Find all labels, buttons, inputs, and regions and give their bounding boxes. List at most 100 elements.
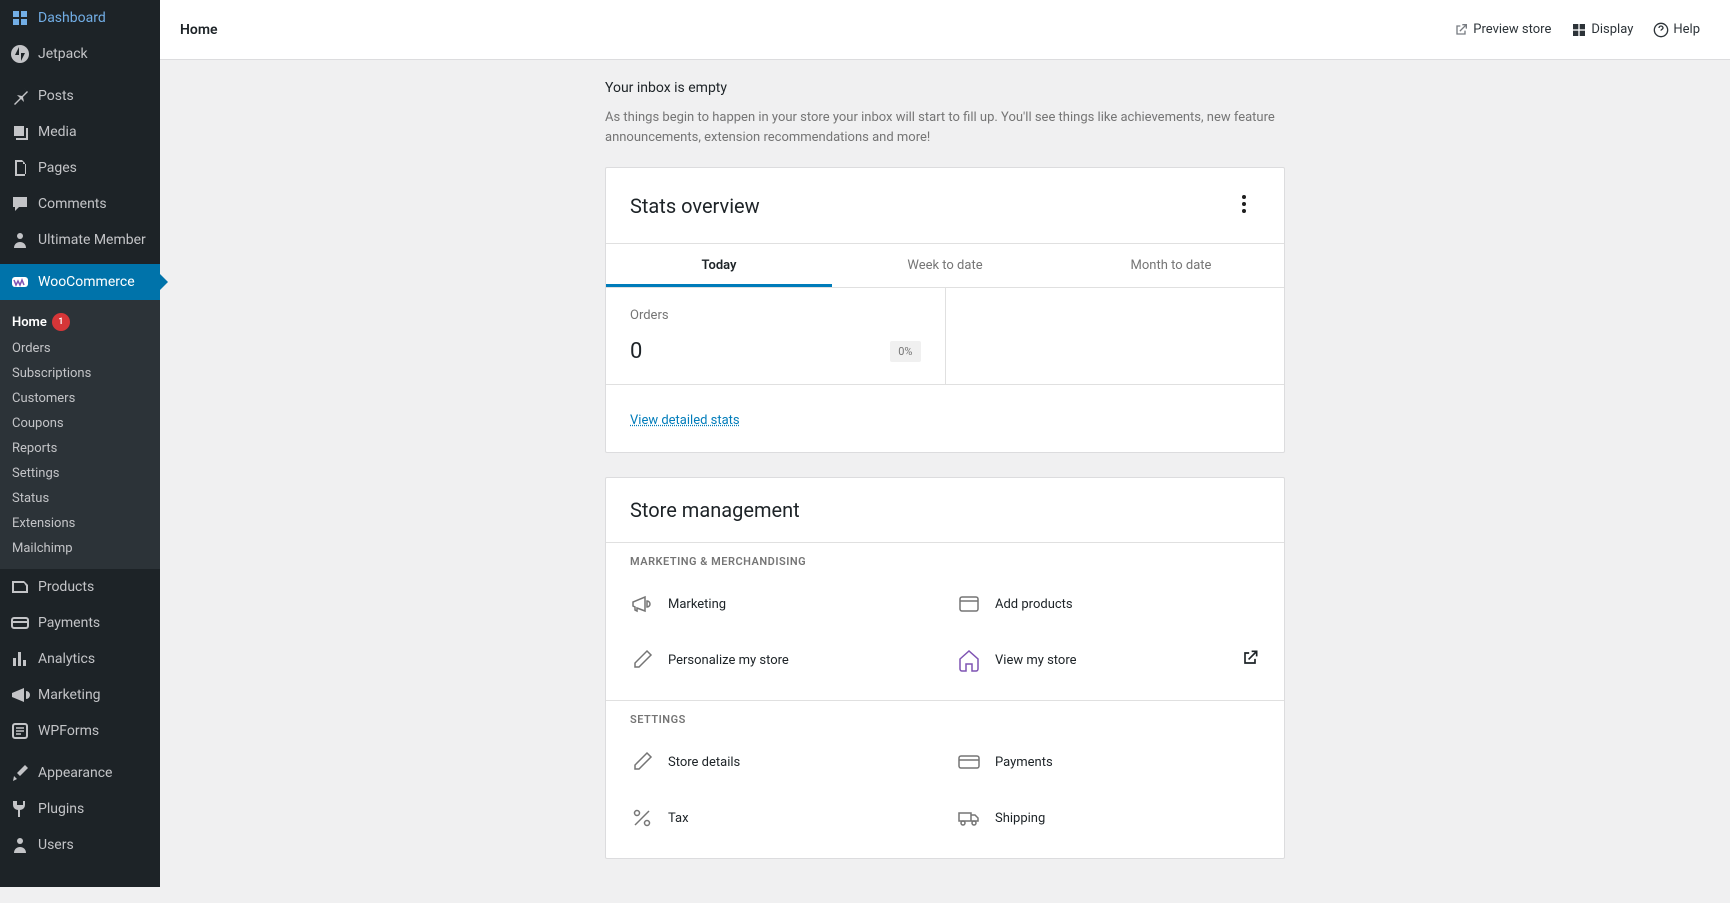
view-detailed-stats-link[interactable]: View detailed stats [630,413,740,428]
tab-today[interactable]: Today [606,244,832,287]
more-vertical-icon [1232,192,1256,216]
percent-icon [630,806,654,830]
tab-month[interactable]: Month to date [1058,244,1284,287]
brush-icon [10,763,30,783]
sidebar-item-label: Plugins [38,801,84,817]
sidebar-item-pages[interactable]: Pages [0,150,160,186]
sidebar-item-label: Ultimate Member [38,232,146,248]
sidebar-item-marketing[interactable]: Marketing [0,677,160,713]
card-icon [957,750,981,774]
sidebar-item-users[interactable]: Users [0,827,160,863]
mgmt-item-shipping[interactable]: Shipping [945,790,1272,846]
mgmt-item-add-products[interactable]: Add products [945,576,1272,632]
sidebar-item-plugins[interactable]: Plugins [0,791,160,827]
sidebar-item-ultimate-member[interactable]: Ultimate Member [0,222,160,258]
sidebar-sub-label: Customers [12,391,75,406]
sidebar-sub-extensions[interactable]: Extensions [0,511,160,536]
stat-label: Orders [630,308,921,323]
sidebar-sub-label: Status [12,491,49,506]
window-icon [957,592,981,616]
analytics-icon [10,649,30,669]
mgmt-label: Store details [668,755,933,770]
preview-store-button[interactable]: Preview store [1443,16,1561,44]
store-management-card: Store management MARKETING & MERCHANDISI… [605,477,1285,859]
card-title: Stats overview [630,194,760,218]
sidebar-sub-label: Subscriptions [12,366,91,381]
media-icon [10,122,30,142]
mgmt-item-personalize[interactable]: Personalize my store [618,632,945,688]
page-icon [10,158,30,178]
sidebar-item-label: Dashboard [38,10,106,26]
sidebar-item-label: Posts [38,88,74,104]
sidebar-item-products[interactable]: Products [0,569,160,605]
sidebar-item-jetpack[interactable]: Jetpack [0,36,160,72]
tab-week[interactable]: Week to date [832,244,1058,287]
sidebar-item-label: Payments [38,615,100,631]
inbox-title: Your inbox is empty [605,80,1285,96]
sidebar-item-media[interactable]: Media [0,114,160,150]
sidebar-item-label: Media [38,124,77,140]
sidebar-item-comments[interactable]: Comments [0,186,160,222]
mgmt-item-store-details[interactable]: Store details [618,734,945,790]
mgmt-item-marketing[interactable]: Marketing [618,576,945,632]
active-indicator-icon [160,274,168,290]
jetpack-icon [10,44,30,64]
admin-sidebar: Dashboard Jetpack Posts Media Pages Comm… [0,0,160,887]
sidebar-sub-status[interactable]: Status [0,486,160,511]
sidebar-item-label: Marketing [38,687,101,703]
mgmt-label: Shipping [995,811,1260,826]
sidebar-sub-label: Home [12,315,47,330]
help-button[interactable]: Help [1643,16,1710,44]
sidebar-sub-label: Orders [12,341,51,356]
count-badge: 1 [52,313,70,331]
external-icon [1453,22,1469,38]
card-title: Store management [630,498,800,522]
sidebar-item-posts[interactable]: Posts [0,78,160,114]
sidebar-sub-mailchimp[interactable]: Mailchimp [0,536,160,561]
page-title: Home [180,22,218,38]
topbar: Home Preview store Display Help [160,0,1730,60]
sidebar-item-label: Pages [38,160,77,176]
pencil-icon [630,648,654,672]
mgmt-item-view-store[interactable]: View my store [945,632,1272,688]
sidebar-sub-settings[interactable]: Settings [0,461,160,486]
sidebar-item-label: Users [38,837,74,853]
form-icon [10,721,30,741]
sidebar-sub-orders[interactable]: Orders [0,336,160,361]
sidebar-item-dashboard[interactable]: Dashboard [0,0,160,36]
button-label: Display [1591,22,1633,37]
section-label-settings: SETTINGS [606,701,1284,726]
sidebar-item-analytics[interactable]: Analytics [0,641,160,677]
sidebar-item-appearance[interactable]: Appearance [0,755,160,791]
dashboard-icon [10,8,30,28]
sidebar-item-wpforms[interactable]: WPForms [0,713,160,749]
sidebar-item-payments[interactable]: Payments [0,605,160,641]
mgmt-item-payments[interactable]: Payments [945,734,1272,790]
sidebar-item-label: Jetpack [38,46,88,62]
card-menu-button[interactable] [1228,188,1260,223]
display-icon [1571,22,1587,38]
mgmt-label: Payments [995,755,1260,770]
section-label-marketing: MARKETING & MERCHANDISING [606,543,1284,568]
pencil-icon [630,750,654,774]
sidebar-item-label: Products [38,579,94,595]
inbox-empty-notice: Your inbox is empty As things begin to h… [605,80,1285,147]
comment-icon [10,194,30,214]
external-link-icon [1240,648,1260,672]
sidebar-sub-coupons[interactable]: Coupons [0,411,160,436]
sidebar-item-woocommerce[interactable]: WooCommerce [0,264,160,300]
stat-cell-orders[interactable]: Orders 0 0% [606,288,946,384]
mgmt-item-tax[interactable]: Tax [618,790,945,846]
main-content: Your inbox is empty As things begin to h… [160,0,1730,903]
sidebar-sub-customers[interactable]: Customers [0,386,160,411]
stats-overview-card: Stats overview Today Week to date Month … [605,167,1285,453]
mgmt-label: View my store [995,653,1226,668]
sidebar-sub-subscriptions[interactable]: Subscriptions [0,361,160,386]
payments-icon [10,613,30,633]
display-button[interactable]: Display [1561,16,1643,44]
sidebar-item-label: WooCommerce [38,274,135,290]
sidebar-item-label: Analytics [38,651,95,667]
sidebar-sub-reports[interactable]: Reports [0,436,160,461]
stat-cell-empty [946,288,1285,384]
sidebar-sub-home[interactable]: Home 1 [0,308,160,336]
